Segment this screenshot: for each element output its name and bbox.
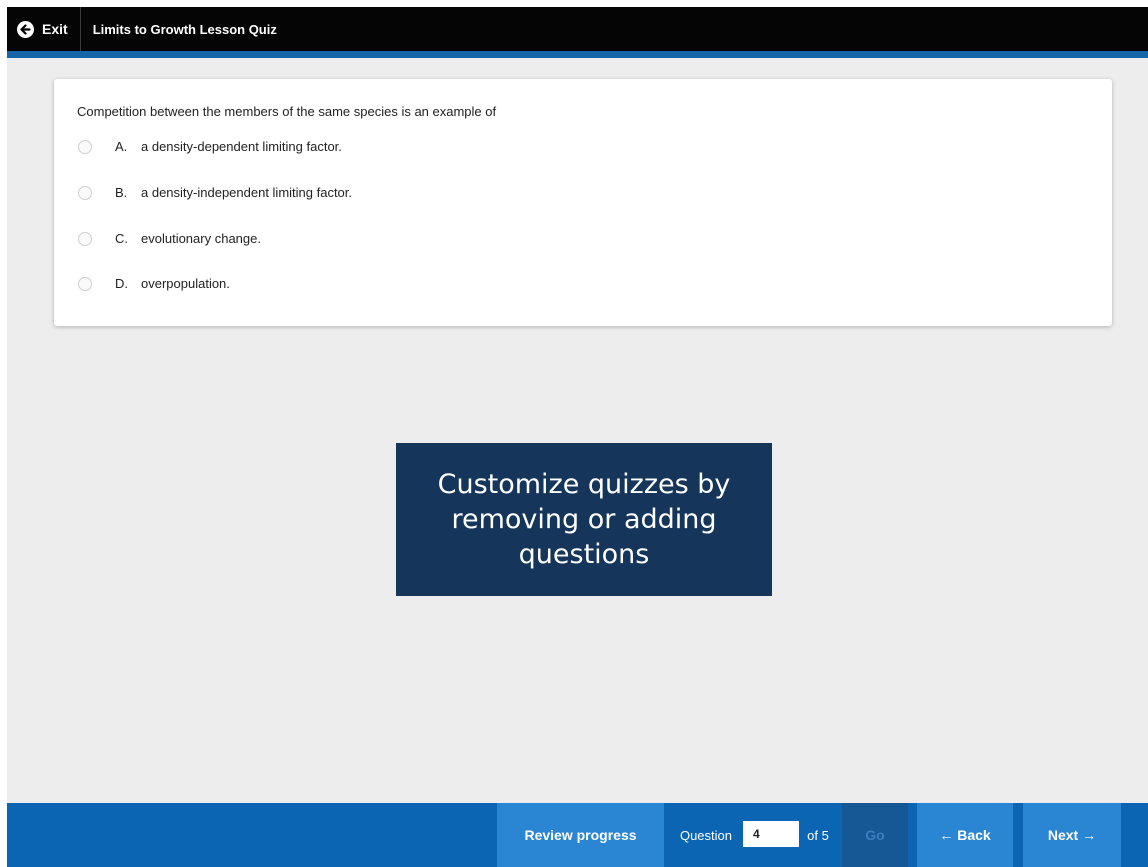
radio-button[interactable] [78,185,92,200]
next-button[interactable]: Next → [1023,803,1121,867]
option-text: a density-dependent limiting factor. [141,139,342,154]
option-letter: C. [115,231,128,246]
question-card: Competition between the members of the s… [54,79,1112,326]
arrow-left-icon: ← [939,827,954,843]
option-text: a density-independent limiting factor. [141,185,353,200]
question-text: Competition between the members of the s… [77,104,497,119]
option-b[interactable]: B. a density-independent limiting factor… [78,185,352,200]
go-button[interactable]: Go [842,803,908,867]
exit-button[interactable]: Exit [7,7,81,51]
quiz-app: Exit Limits to Growth Lesson Quiz Compet… [7,7,1148,867]
option-text: evolutionary change. [141,231,261,246]
option-c[interactable]: C. evolutionary change. [78,231,261,246]
back-label: Back [957,827,991,843]
next-label: Next [1047,827,1079,843]
option-text: overpopulation. [141,276,230,291]
promo-text: Customize quizzes by removing or adding … [437,469,731,570]
exit-label: Exit [42,21,68,37]
option-a[interactable]: A. a density-dependent limiting factor. [78,139,342,154]
question-label: Question [679,827,733,843]
promo-overlay: Customize quizzes by removing or adding … [396,443,772,596]
review-progress-button[interactable]: Review progress [497,803,664,867]
bottom-bar: Review progress Question of 5 Go ← Back … [7,803,1148,867]
option-d[interactable]: D. overpopulation. [78,276,230,291]
option-letter: B. [115,185,128,200]
radio-button[interactable] [78,231,92,246]
radio-button[interactable] [78,139,92,154]
back-button[interactable]: ← Back [917,803,1013,867]
option-letter: D. [115,276,128,291]
arrow-left-circle-icon [17,20,34,38]
top-bar: Exit Limits to Growth Lesson Quiz [7,7,1148,51]
top-accent-stripe [7,51,1148,58]
radio-button[interactable] [78,276,92,291]
option-letter: A. [115,139,128,154]
question-total-label: of 5 [807,827,829,843]
question-number-input[interactable] [743,821,799,847]
quiz-title: Limits to Growth Lesson Quiz [92,21,277,37]
arrow-right-icon: → [1082,827,1097,843]
